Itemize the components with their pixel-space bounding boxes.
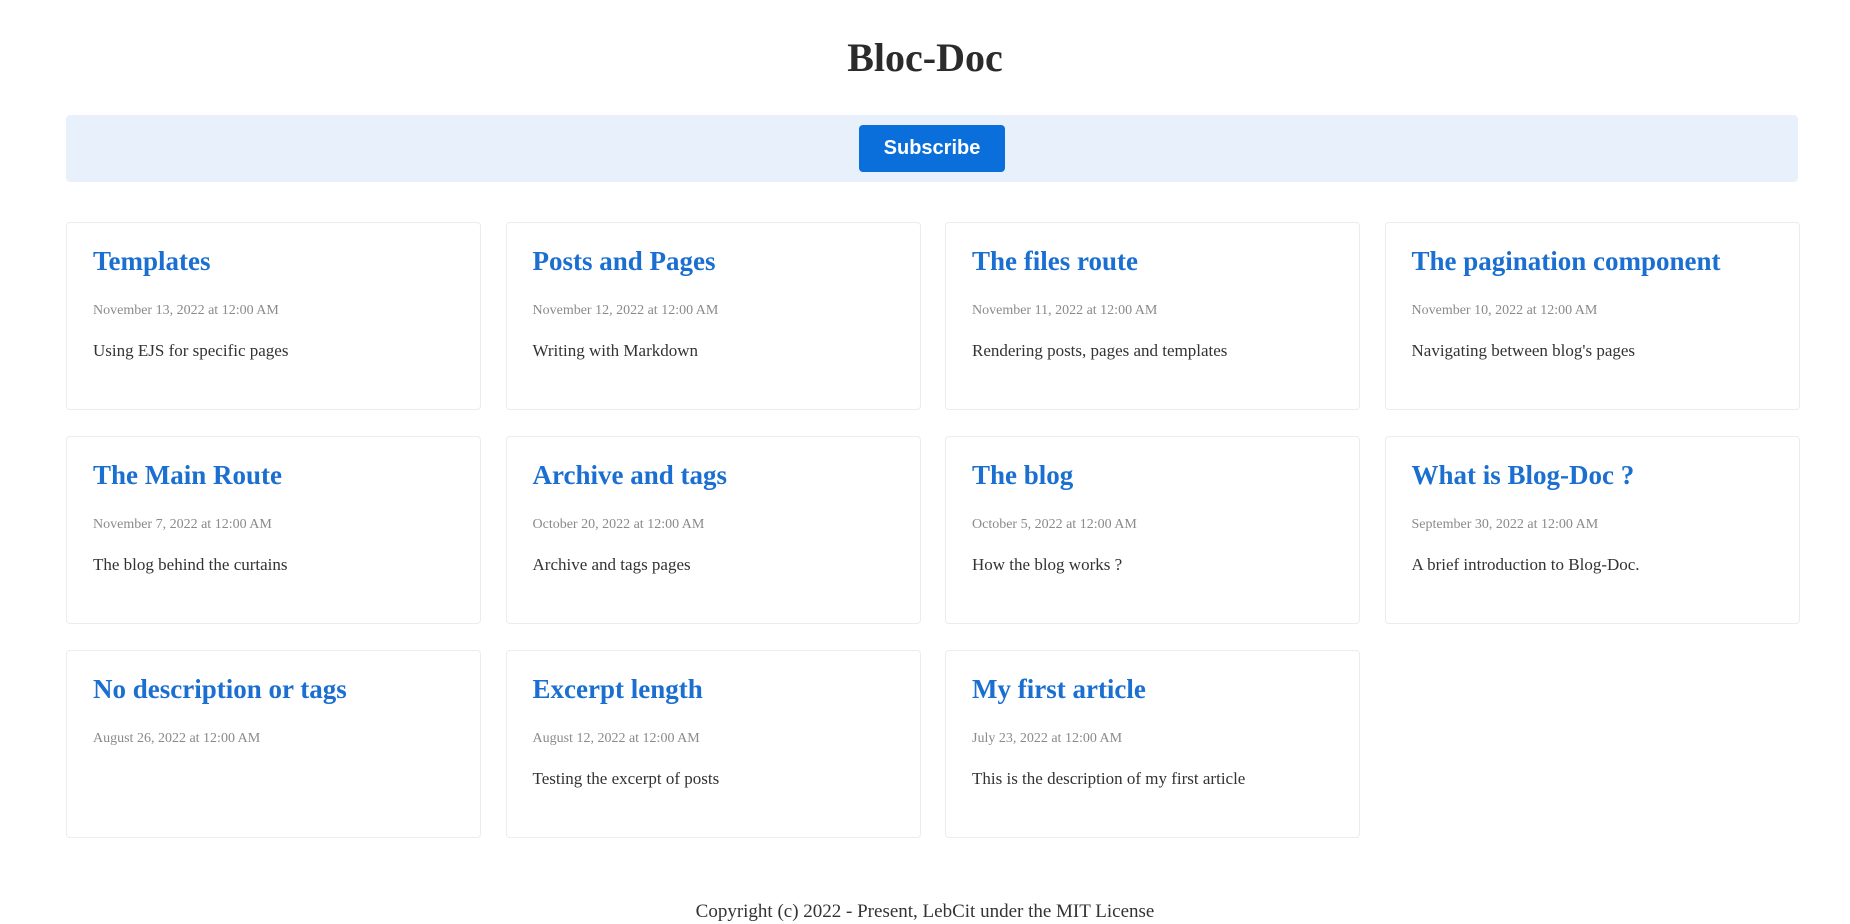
post-grid: Templates November 13, 2022 at 12:00 AM … <box>66 222 1800 838</box>
post-description: A brief introduction to Blog-Doc. <box>1411 555 1640 574</box>
subscribe-button[interactable]: Subscribe <box>859 125 1005 172</box>
post-title-link[interactable]: Templates <box>93 245 211 277</box>
post-description: Writing with Markdown <box>532 341 699 360</box>
post-card: The pagination component November 10, 20… <box>1384 222 1800 410</box>
post-title-link[interactable]: My first article <box>972 673 1146 705</box>
post-title-link[interactable]: Posts and Pages <box>533 245 716 277</box>
post-date: August 12, 2022 at 12:00 AM <box>532 731 700 746</box>
post-date: October 5, 2022 at 12:00 AM <box>972 517 1137 532</box>
post-description: Using EJS for specific pages <box>93 341 289 360</box>
post-card: The Main Route November 7, 2022 at 12:00… <box>66 436 481 624</box>
post-date: November 7, 2022 at 12:00 AM <box>93 517 272 532</box>
post-description: Rendering posts, pages and templates <box>972 341 1228 360</box>
post-date: November 11, 2022 at 12:00 AM <box>972 303 1158 318</box>
post-card: Archive and tags October 20, 2022 at 12:… <box>505 436 921 624</box>
subscribe-bar: Subscribe <box>66 115 1798 182</box>
post-description: How the blog works ? <box>972 555 1123 574</box>
post-description: Archive and tags pages <box>532 555 691 574</box>
post-card: No description or tags August 26, 2022 a… <box>66 650 481 838</box>
post-date: November 10, 2022 at 12:00 AM <box>1411 303 1598 318</box>
post-title-link[interactable]: Excerpt length <box>533 673 703 705</box>
post-description: This is the description of my first arti… <box>972 769 1246 788</box>
post-date: October 20, 2022 at 12:00 AM <box>532 517 705 532</box>
post-date: November 13, 2022 at 12:00 AM <box>93 303 279 318</box>
post-description: The blog behind the curtains <box>93 555 288 574</box>
post-card: The blog October 5, 2022 at 12:00 AM How… <box>945 436 1360 624</box>
post-date: July 23, 2022 at 12:00 AM <box>972 731 1123 746</box>
post-card: Templates November 13, 2022 at 12:00 AM … <box>66 222 481 410</box>
post-title-link[interactable]: The Main Route <box>93 459 282 491</box>
post-date: August 26, 2022 at 12:00 AM <box>93 731 261 746</box>
post-date: November 12, 2022 at 12:00 AM <box>532 303 719 318</box>
post-title-link[interactable]: What is Blog-Doc ? <box>1412 459 1635 491</box>
post-card: My first article July 23, 2022 at 12:00 … <box>945 650 1360 838</box>
post-card: Excerpt length August 12, 2022 at 12:00 … <box>505 650 921 838</box>
site-title: Bloc-Doc <box>847 35 1003 80</box>
post-title-link[interactable]: The files route <box>972 245 1138 277</box>
post-card: What is Blog-Doc ? September 30, 2022 at… <box>1384 436 1800 624</box>
post-title-link[interactable]: The blog <box>972 459 1073 491</box>
post-title-link[interactable]: No description or tags <box>93 673 347 705</box>
footer-copyright: Copyright (c) 2022 - Present, LebCit und… <box>695 901 1155 922</box>
post-title-link[interactable]: The pagination component <box>1412 245 1721 277</box>
post-card: The files route November 11, 2022 at 12:… <box>945 222 1360 410</box>
post-card: Posts and Pages November 12, 2022 at 12:… <box>505 222 921 410</box>
post-description: Navigating between blog's pages <box>1411 341 1636 360</box>
post-date: September 30, 2022 at 12:00 AM <box>1411 517 1599 532</box>
post-description: Testing the excerpt of posts <box>532 769 720 788</box>
post-title-link[interactable]: Archive and tags <box>533 459 728 491</box>
